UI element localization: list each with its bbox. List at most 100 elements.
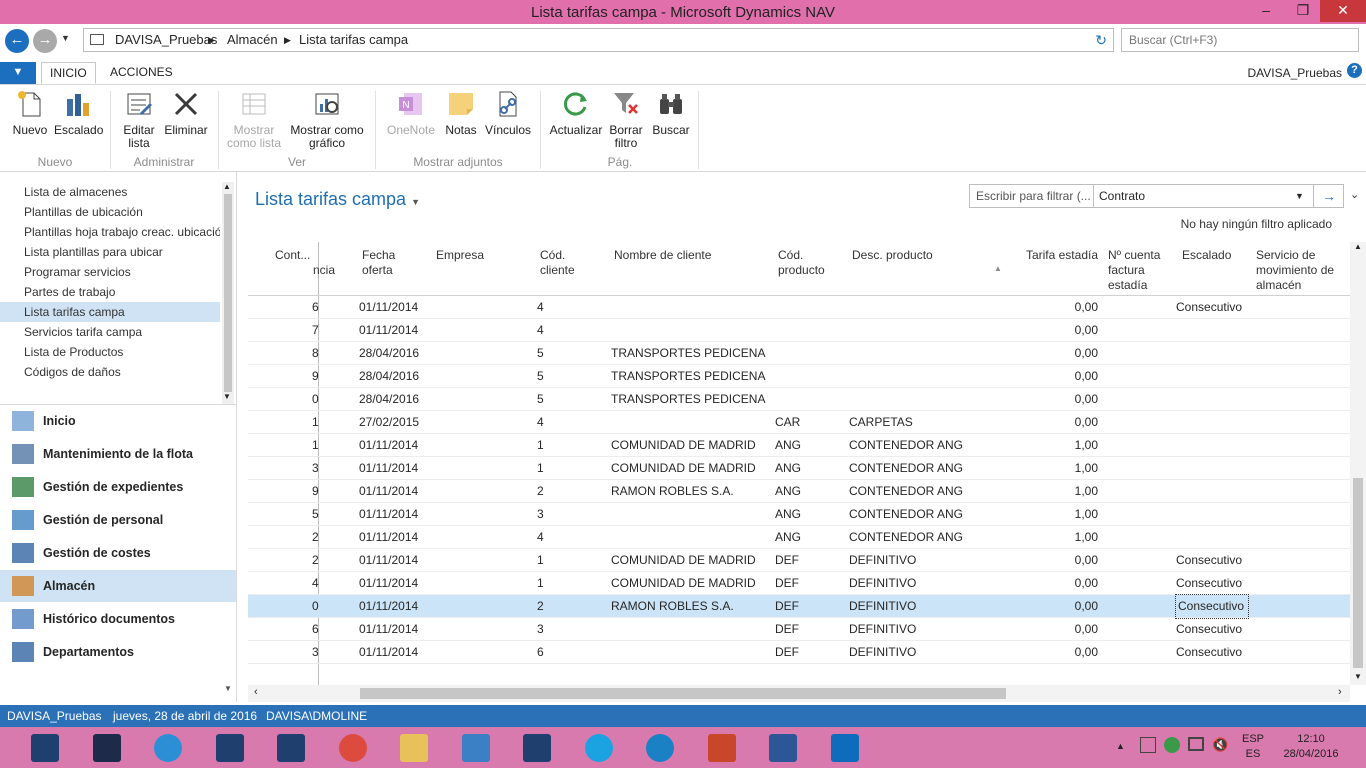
- area-button[interactable]: Almacén: [0, 570, 236, 602]
- cell-cod-cliente[interactable]: 5: [537, 388, 557, 411]
- cell-fecha-oferta[interactable]: 01/11/2014: [359, 618, 429, 641]
- cell-nombre-cliente[interactable]: [611, 411, 771, 434]
- cell-fecha-oferta[interactable]: 01/11/2014: [359, 480, 429, 503]
- cell-referencia[interactable]: 9: [312, 365, 326, 388]
- cell-desc-producto[interactable]: CONTENEDOR ANG: [849, 526, 989, 549]
- cell-desc-producto[interactable]: [849, 296, 989, 319]
- cell-fecha-oferta[interactable]: 01/11/2014: [359, 296, 429, 319]
- cell-tarifa-estadia[interactable]: 0,00: [1018, 595, 1098, 618]
- cell-fecha-oferta[interactable]: 27/02/2015: [359, 411, 429, 434]
- cell-cod-cliente[interactable]: 1: [537, 457, 557, 480]
- cell-referencia[interactable]: 3: [312, 641, 326, 664]
- cell-nombre-cliente[interactable]: COMUNIDAD DE MADRID: [611, 572, 771, 595]
- cell-cod-cliente[interactable]: 2: [537, 480, 557, 503]
- input-language[interactable]: ESP ES: [1238, 732, 1268, 762]
- table-row[interactable]: 8 28/04/2016 5 TRANSPORTES PEDICENA 0,00: [248, 342, 1350, 365]
- column-header-contrato[interactable]: Cont...: [275, 248, 310, 263]
- search-input[interactable]: Buscar (Ctrl+F3): [1121, 28, 1359, 52]
- cell-nombre-cliente[interactable]: [611, 296, 771, 319]
- expand-areas-icon[interactable]: ▼: [224, 684, 232, 693]
- grid-horizontal-scrollbar[interactable]: ‹ ›: [248, 685, 1350, 702]
- editar-lista-button[interactable]: Editar lista: [118, 89, 160, 150]
- cell-escalado[interactable]: [1176, 480, 1248, 503]
- column-header-tarifa-estadia[interactable]: Tarifa estadía: [1018, 248, 1098, 263]
- cell-referencia[interactable]: 4: [312, 572, 326, 595]
- cell-cod-cliente[interactable]: 2: [537, 595, 557, 618]
- nav-link[interactable]: Lista de almacenes: [0, 182, 220, 202]
- clock[interactable]: 12:10 28/04/2016: [1280, 732, 1342, 762]
- cell-fecha-oferta[interactable]: 01/11/2014: [359, 457, 429, 480]
- cell-cod-producto[interactable]: DEF: [775, 595, 815, 618]
- cell-fecha-oferta[interactable]: 01/11/2014: [359, 319, 429, 342]
- breadcrumb-item[interactable]: DAVISA_Pruebas: [115, 29, 217, 51]
- cell-desc-producto[interactable]: CONTENEDOR ANG: [849, 480, 989, 503]
- cell-desc-producto[interactable]: DEFINITIVO: [849, 549, 989, 572]
- column-header-referencia[interactable]: ncia: [313, 263, 335, 278]
- cell-tarifa-estadia[interactable]: 0,00: [1018, 388, 1098, 411]
- cell-fecha-oferta[interactable]: 01/11/2014: [359, 526, 429, 549]
- column-header-empresa[interactable]: Empresa: [436, 248, 484, 263]
- collapse-icon[interactable]: ⌄: [1350, 188, 1359, 201]
- cell-desc-producto[interactable]: DEFINITIVO: [849, 595, 989, 618]
- cell-referencia[interactable]: 7: [312, 319, 326, 342]
- cell-desc-producto[interactable]: [849, 365, 989, 388]
- cell-nombre-cliente[interactable]: [611, 319, 771, 342]
- cell-cod-cliente[interactable]: 4: [537, 411, 557, 434]
- cell-cod-cliente[interactable]: 6: [537, 641, 557, 664]
- cell-escalado[interactable]: [1176, 388, 1248, 411]
- nav-link[interactable]: Lista de Productos: [0, 342, 220, 362]
- powerpoint-taskbar-icon[interactable]: [698, 729, 746, 766]
- refresh-icon[interactable]: ↻: [1095, 29, 1107, 51]
- area-button[interactable]: Mantenimiento de la flota: [0, 438, 236, 470]
- cell-cod-cliente[interactable]: 1: [537, 549, 557, 572]
- cell-nombre-cliente[interactable]: [611, 526, 771, 549]
- column-header-fecha-oferta[interactable]: Fecha oferta: [362, 248, 412, 278]
- dynamics-nav-taskbar-icon[interactable]: [206, 729, 254, 766]
- cell-cod-producto[interactable]: [775, 365, 815, 388]
- sync-icon[interactable]: [1164, 737, 1180, 753]
- cell-cod-producto[interactable]: ANG: [775, 457, 815, 480]
- cell-cod-cliente[interactable]: 1: [537, 434, 557, 457]
- cell-cod-producto[interactable]: DEF: [775, 618, 815, 641]
- borrar-filtro-button[interactable]: Borrar filtro: [606, 89, 646, 150]
- area-button[interactable]: Gestión de costes: [0, 537, 236, 569]
- cell-cod-producto[interactable]: ANG: [775, 480, 815, 503]
- nav-scrollbar[interactable]: ▲ ▼: [222, 182, 234, 404]
- cell-cod-producto[interactable]: ANG: [775, 503, 815, 526]
- cell-referencia[interactable]: 6: [312, 296, 326, 319]
- escalado-button[interactable]: Escalado: [54, 89, 103, 137]
- buscar-button[interactable]: Buscar: [650, 89, 692, 137]
- cell-fecha-oferta[interactable]: 28/04/2016: [359, 342, 429, 365]
- cell-cod-cliente[interactable]: 4: [537, 319, 557, 342]
- cell-tarifa-estadia[interactable]: 1,00: [1018, 526, 1098, 549]
- cell-tarifa-estadia[interactable]: 1,00: [1018, 480, 1098, 503]
- cell-fecha-oferta[interactable]: 01/11/2014: [359, 503, 429, 526]
- cell-referencia[interactable]: 3: [312, 457, 326, 480]
- remote-desktop-taskbar-icon[interactable]: [452, 729, 500, 766]
- filter-input[interactable]: Escribir para filtrar (...: [976, 185, 1091, 207]
- cell-cod-cliente[interactable]: 3: [537, 618, 557, 641]
- onenote-button[interactable]: N OneNote: [384, 89, 438, 137]
- cell-escalado[interactable]: [1176, 411, 1248, 434]
- table-row[interactable]: 9 28/04/2016 5 TRANSPORTES PEDICENA 0,00: [248, 365, 1350, 388]
- cell-desc-producto[interactable]: DEFINITIVO: [849, 572, 989, 595]
- cell-escalado[interactable]: Consecutivo: [1176, 641, 1248, 664]
- word-taskbar-icon[interactable]: [759, 729, 807, 766]
- table-row[interactable]: 6 01/11/2014 4 0,00 Consecutivo: [248, 296, 1350, 319]
- cell-escalado[interactable]: Consecutivo: [1176, 296, 1248, 319]
- file-explorer-taskbar-icon[interactable]: [390, 729, 438, 766]
- cell-escalado[interactable]: [1176, 434, 1248, 457]
- cell-desc-producto[interactable]: CONTENEDOR ANG: [849, 503, 989, 526]
- cell-nombre-cliente[interactable]: COMUNIDAD DE MADRID: [611, 434, 771, 457]
- nav-link[interactable]: Códigos de daños: [0, 362, 220, 382]
- cell-cod-cliente[interactable]: 5: [537, 365, 557, 388]
- cell-desc-producto[interactable]: [849, 342, 989, 365]
- scroll-left-icon[interactable]: ‹: [254, 686, 258, 698]
- cell-referencia[interactable]: 1: [312, 411, 326, 434]
- cell-tarifa-estadia[interactable]: 0,00: [1018, 411, 1098, 434]
- cell-fecha-oferta[interactable]: 01/11/2014: [359, 595, 429, 618]
- cell-nombre-cliente[interactable]: [611, 618, 771, 641]
- cell-fecha-oferta[interactable]: 01/11/2014: [359, 434, 429, 457]
- cell-cod-cliente[interactable]: 5: [537, 342, 557, 365]
- photoshop-taskbar-icon[interactable]: [83, 729, 131, 766]
